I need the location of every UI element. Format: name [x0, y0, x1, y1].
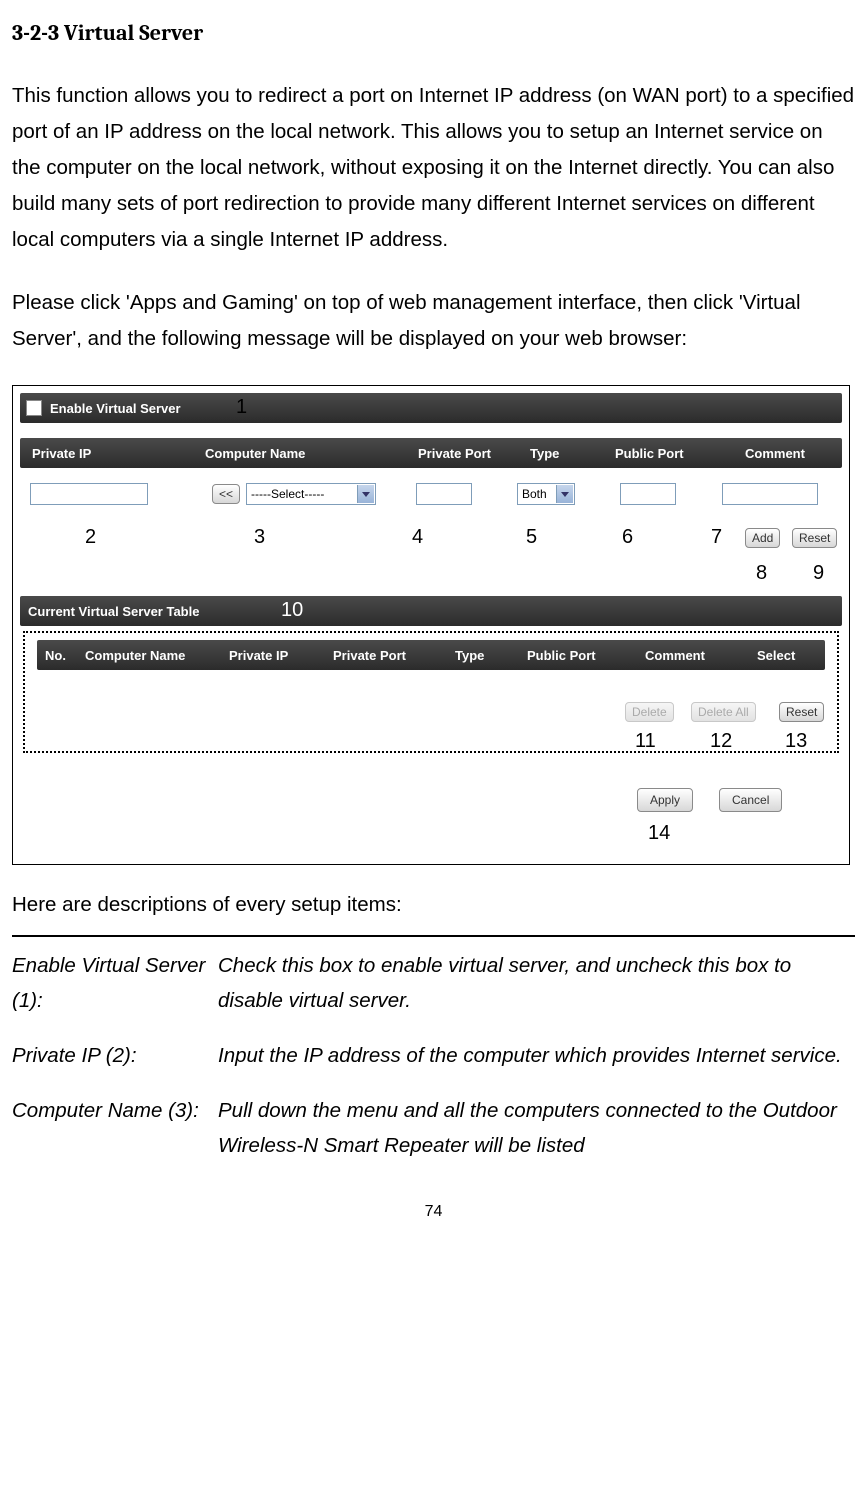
paragraph-2: Please click 'Apps and Gaming' on top of…	[12, 285, 855, 357]
enable-virtual-server-checkbox[interactable]	[26, 400, 42, 416]
private-port-input[interactable]	[416, 483, 472, 505]
annotation-2: 2	[85, 526, 96, 549]
delete-all-button[interactable]: Delete All	[691, 702, 756, 722]
th-public-port: Public Port	[615, 446, 684, 461]
add-button[interactable]: Add	[745, 528, 780, 548]
reset-button-top[interactable]: Reset	[792, 528, 837, 548]
annotation-10: 10	[281, 599, 303, 622]
annotation-5: 5	[526, 526, 537, 549]
computer-name-select-value: -----Select-----	[251, 487, 324, 501]
th-type: Type	[530, 446, 559, 461]
th2-comment: Comment	[645, 648, 705, 663]
delete-button[interactable]: Delete	[625, 702, 674, 722]
reset-button-table[interactable]: Reset	[779, 702, 824, 722]
assign-button[interactable]: <<	[212, 484, 240, 504]
th2-no: No.	[45, 648, 66, 663]
private-ip-input[interactable]	[30, 483, 148, 505]
desc-key-1: Enable Virtual Server (1):	[12, 949, 218, 1019]
section-heading: 3-2-3 Virtual Server	[12, 20, 855, 46]
comment-input[interactable]	[722, 483, 818, 505]
th2-private-port: Private Port	[333, 648, 406, 663]
annotation-8: 8	[756, 562, 767, 585]
type-select[interactable]: Both	[517, 483, 575, 505]
th-private-ip: Private IP	[32, 446, 91, 461]
desc-key-3: Computer Name (3):	[12, 1094, 218, 1164]
page-number: 74	[12, 1203, 855, 1221]
type-select-value: Both	[522, 487, 547, 501]
th2-select: Select	[757, 648, 795, 663]
desc-key-2: Private IP (2):	[12, 1039, 218, 1074]
enable-virtual-server-label: Enable Virtual Server	[50, 401, 181, 416]
annotation-3: 3	[254, 526, 265, 549]
apply-button[interactable]: Apply	[637, 788, 693, 812]
desc-val-1: Check this box to enable virtual server,…	[218, 949, 855, 1019]
public-port-input[interactable]	[620, 483, 676, 505]
cancel-button[interactable]: Cancel	[719, 788, 782, 812]
th2-public-port: Public Port	[527, 648, 596, 663]
th2-type: Type	[455, 648, 484, 663]
current-table-label: Current Virtual Server Table	[28, 604, 199, 619]
annotation-7: 7	[711, 526, 722, 549]
desc-val-2: Input the IP address of the computer whi…	[218, 1039, 855, 1074]
annotation-6: 6	[622, 526, 633, 549]
annotation-14: 14	[648, 822, 670, 845]
annotation-1: 1	[236, 396, 247, 419]
descriptions-intro: Here are descriptions of every setup ite…	[12, 893, 855, 917]
th2-private-ip: Private IP	[229, 648, 288, 663]
th-private-port: Private Port	[418, 446, 491, 461]
desc-val-3: Pull down the menu and all the computers…	[218, 1094, 855, 1164]
annotation-11: 11	[635, 730, 656, 753]
annotation-13: 13	[785, 730, 807, 753]
computer-name-select[interactable]: -----Select-----	[246, 483, 376, 505]
th-computer-name: Computer Name	[205, 446, 305, 461]
annotation-4: 4	[412, 526, 423, 549]
th2-computer-name: Computer Name	[85, 648, 185, 663]
descriptions-table: Enable Virtual Server (1): Check this bo…	[12, 935, 855, 1163]
paragraph-1: This function allows you to redirect a p…	[12, 78, 855, 257]
annotation-12: 12	[710, 730, 732, 753]
virtual-server-screenshot: Enable Virtual Server 1 Private IP Compu…	[12, 385, 850, 865]
annotation-9: 9	[813, 562, 824, 585]
th-comment: Comment	[745, 446, 805, 461]
